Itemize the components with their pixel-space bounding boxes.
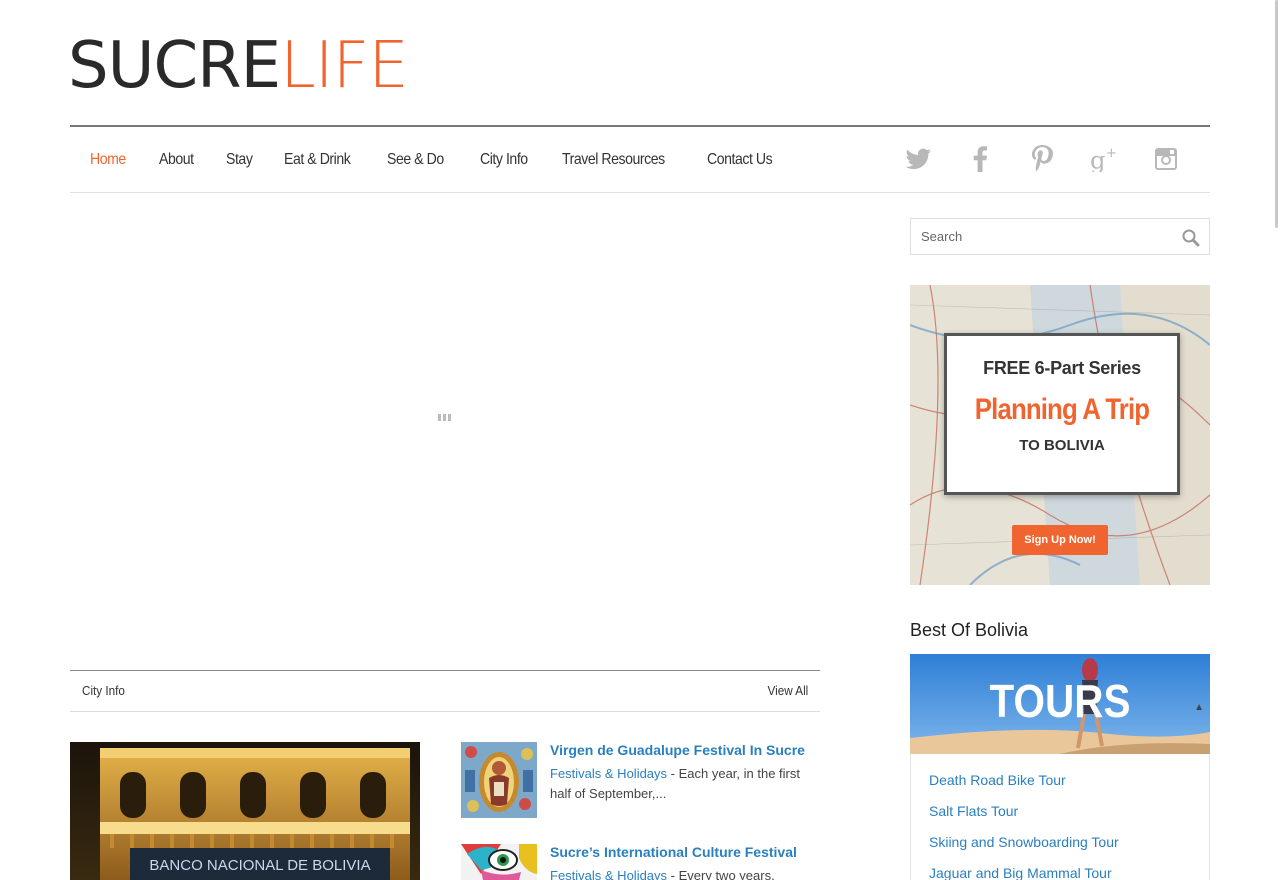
logo-part-life: LIFE [280,29,409,103]
svg-text:g: g [1090,146,1106,172]
main-nav: Home About Stay Eat & Drink See & Do City Inf… [70,125,1210,193]
pinterest-icon[interactable] [1028,145,1056,173]
nav-link-stay[interactable]: Stay [226,151,253,169]
article-excerpt: - Every two years, [667,868,775,880]
tour-link[interactable]: Jaguar and Big Mammal Tour [929,865,1112,880]
tour-link[interactable]: Death Road Bike Tour [929,772,1066,788]
nav-link-home[interactable]: Home [90,151,126,169]
svg-text:+: + [1106,146,1117,161]
search-input[interactable] [911,219,1171,254]
social-links: g + [904,145,1180,173]
banner-card: FREE 6-Part Series Planning A Trip TO BO… [944,333,1180,495]
tour-link[interactable]: Skiing and Snowboarding Tour [929,834,1119,850]
section-title: City Info [82,683,125,698]
best-of-title: Best Of Bolivia [910,620,1029,640]
article-thumbnail[interactable] [461,742,537,818]
section-header: City Info View All [70,670,820,712]
banner-line1: FREE 6-Part Series [983,358,1141,378]
planning-trip-banner[interactable]: FREE 6-Part Series Planning A Trip TO BO… [910,285,1210,585]
scrollbar-thumb[interactable] [1275,0,1278,228]
article-meta: Festivals & Holidays - Each year, in the… [550,764,815,804]
chevron-up-icon[interactable]: ▲ [1194,702,1204,713]
nav-link-about[interactable]: About [159,151,194,169]
bank-sign-text: BANCO NACIONAL DE BOLIVIA [149,857,370,874]
article-meta: Festivals & Holidays - Every two years, [550,866,815,880]
sign-up-button[interactable]: Sign Up Now! [1012,525,1108,555]
feature-image[interactable]: BANCO NACIONAL DE BOLIVIA [70,742,420,880]
article-title[interactable]: Virgen de Guadalupe Festival In Sucre [550,742,830,758]
article-category[interactable]: Festivals & Holidays [550,766,667,781]
banner-line2: Planning A Trip [974,393,1150,426]
instagram-icon[interactable] [1152,145,1180,173]
loading-indicator [438,414,451,421]
nav-links: Home About Stay Eat & Drink See & Do City Inf… [90,127,809,193]
tour-link[interactable]: Salt Flats Tour [929,803,1018,819]
nav-link-city-info[interactable]: City Info [480,151,528,169]
article-item: Virgen de Guadalupe Festival In Sucre Fe… [461,742,821,818]
article-category[interactable]: Festivals & Holidays [550,868,667,880]
tours-label: TOURS [989,675,1131,727]
nav-link-travel-resources[interactable]: Travel Resources [562,151,665,169]
article-title[interactable]: Sucre’s International Culture Festival [550,844,830,860]
logo-part-sucre: SUCRE [68,29,281,103]
nav-link-eat-drink[interactable]: Eat & Drink [284,151,351,169]
nav-link-see-do[interactable]: See & Do [387,151,444,169]
banner-line3: TO BOLIVIA [1019,437,1105,454]
tours-list: Death Road Bike Tour Salt Flats Tour Ski… [910,754,1210,880]
twitter-icon[interactable] [904,145,932,173]
search-icon[interactable] [1181,228,1201,248]
google-plus-icon[interactable]: g + [1090,145,1118,173]
article-thumbnail[interactable] [461,844,537,880]
tours-banner[interactable]: TOURS ▲ [910,654,1210,754]
search-box [910,218,1210,255]
site-logo[interactable]: SUCRELIFE [68,34,409,98]
nav-link-contact-us[interactable]: Contact Us [707,151,773,169]
facebook-icon[interactable] [966,145,994,173]
article-item: Sucre’s International Culture Festival F… [461,844,821,880]
page-scrollbar[interactable] [1272,0,1280,880]
view-all-link[interactable]: View All [767,683,808,698]
